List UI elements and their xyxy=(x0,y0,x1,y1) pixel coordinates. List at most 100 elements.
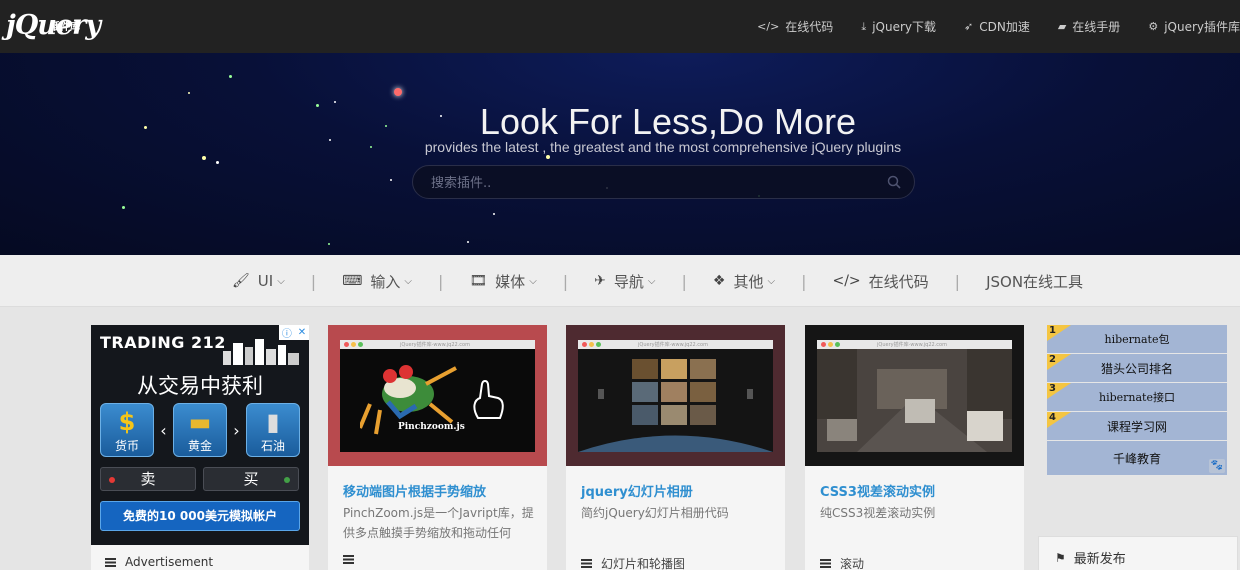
star xyxy=(493,213,495,215)
currency-tile[interactable]: $ 货币 xyxy=(100,403,154,457)
browser-url: jQuery插件库-www.jq22.com xyxy=(638,342,708,348)
hot-item-label: 课程学习网 xyxy=(1106,419,1167,434)
hand-gesture-icon xyxy=(473,380,504,419)
card-title[interactable]: jquery幻灯片相册 xyxy=(581,481,693,500)
hot-item-label: hibernate接口 xyxy=(1099,391,1175,404)
nav-cdn[interactable]: ➶ CDN加速 xyxy=(964,18,1030,35)
chevron-down-icon: ⌵ xyxy=(404,275,412,287)
category-navigation[interactable]: ✈ 导航 ⌵ xyxy=(594,271,655,292)
hot-item-label: 猎头公司排名 xyxy=(1100,361,1173,376)
gold-tile[interactable]: ▬ 黄金 xyxy=(173,403,227,457)
star xyxy=(467,241,469,243)
star xyxy=(394,88,402,96)
browser-bar: jQuery插件库-www.jq22.com xyxy=(817,340,1012,349)
category-ui[interactable]: 🖌 UI ⌵ xyxy=(232,272,285,290)
nav-label: jQuery下载 xyxy=(872,20,936,34)
card-tag[interactable] xyxy=(343,555,363,564)
category-media[interactable]: 🎞 媒体 ⌵ xyxy=(469,271,536,292)
dot-icon xyxy=(582,342,587,347)
dot-icon xyxy=(596,342,601,347)
card-title[interactable]: CSS3视差滚动实例 xyxy=(820,481,935,500)
nav-online-code[interactable]: </> 在线代码 xyxy=(757,18,833,35)
card-thumbnail[interactable]: jQuery插件库-www.jq22.com Pinchzoom.js xyxy=(328,325,547,466)
plugin-card[interactable]: jQuery插件库-www.jq22.com Pinchzoom.js 移动端图… xyxy=(328,325,547,570)
gallery-image xyxy=(578,349,773,452)
nav-label: CDN加速 xyxy=(979,20,1030,34)
keyboard-icon: ⌨ xyxy=(342,273,363,289)
skyline-icon xyxy=(223,339,299,365)
browser-bar: jQuery插件库-www.jq22.com xyxy=(340,340,535,349)
browser-mockup: jQuery插件库-www.jq22.com xyxy=(817,340,1012,452)
buy-button[interactable]: 买 xyxy=(203,467,299,491)
advertisement-banner[interactable]: ⓘ ✕ TRADING 212 从交易中获利 $ 货币 ‹ ▬ 黄金 › ▮ 石… xyxy=(91,325,309,545)
rank-badge: 3 xyxy=(1047,383,1071,399)
divider: | xyxy=(562,271,569,291)
star xyxy=(202,156,206,160)
search-input[interactable] xyxy=(431,173,871,193)
category-label: JSON在线工具 xyxy=(986,272,1084,291)
divider: | xyxy=(310,271,317,291)
card-thumbnail[interactable]: jQuery插件库-www.jq22.com xyxy=(805,325,1024,466)
site-logo[interactable]: jQuery 插件库 xyxy=(6,8,101,44)
star xyxy=(229,75,232,78)
brush-icon: 🖌 xyxy=(232,273,250,289)
ad-footer: Advertisement xyxy=(91,545,309,570)
red-dot-icon xyxy=(109,477,115,483)
star xyxy=(122,206,125,209)
category-other[interactable]: ❖ 其他 ⌵ xyxy=(713,271,775,292)
star xyxy=(216,161,219,164)
divider: | xyxy=(954,271,961,291)
category-label: 输入 xyxy=(370,272,401,291)
chevron-left-icon: ‹ xyxy=(160,420,167,440)
nav-manual[interactable]: ▰ 在线手册 xyxy=(1058,18,1120,35)
card-tag[interactable]: 滚动 xyxy=(820,555,864,570)
hot-item[interactable]: 2 猎头公司排名 xyxy=(1047,354,1227,383)
hot-item-label: 千峰教育 xyxy=(1112,451,1161,466)
chevron-down-icon: ⌵ xyxy=(647,275,656,287)
dot-icon xyxy=(358,342,363,347)
category-input[interactable]: ⌨ 输入 ⌵ xyxy=(342,271,412,292)
card-title[interactable]: 移动端图片根据手势缩放 xyxy=(343,481,486,500)
latest-header[interactable]: ⚑ 最新发布 xyxy=(1055,548,1126,568)
nav-label: 在线代码 xyxy=(785,20,834,34)
hot-item[interactable]: 4 课程学习网 xyxy=(1047,412,1227,441)
dollar-icon: $ xyxy=(118,408,136,436)
nav-jquery-download[interactable]: ⤓ jQuery下载 xyxy=(861,18,936,35)
nav-label: 在线手册 xyxy=(1072,20,1121,34)
demo-account-button[interactable]: 免费的10 000美元模拟帐户 xyxy=(100,501,300,531)
plugin-card[interactable]: jQuery插件库-www.jq22.com CSS3视差滚动实例 纯CSS3视… xyxy=(805,325,1024,570)
category-online-code[interactable]: </> 在线代码 xyxy=(832,271,928,292)
browser-bar: jQuery插件库-www.jq22.com xyxy=(578,340,773,349)
dropbox-icon: ❖ xyxy=(712,273,726,289)
ad-brand: TRADING 212 xyxy=(100,333,226,352)
ad-headline: 从交易中获利 xyxy=(137,374,263,398)
thumb-caption: Pinchzoom.js xyxy=(398,422,465,432)
hot-item[interactable]: 千峰教育 🐾 xyxy=(1047,441,1227,476)
category-json-tool[interactable]: JSON在线工具 xyxy=(986,271,1083,292)
star xyxy=(546,155,550,159)
search-icon[interactable] xyxy=(886,174,902,190)
latest-releases-panel: ⚑ 最新发布 xyxy=(1038,536,1238,570)
top-navbar: jQuery 插件库 </> 在线代码 ⤓ jQuery下载 ➶ CDN加速 ▰… xyxy=(0,0,1240,53)
paw-icon[interactable]: 🐾 xyxy=(1209,459,1225,473)
dot-icon xyxy=(835,342,840,347)
list-icon xyxy=(343,555,354,564)
rank-badge: 4 xyxy=(1047,412,1071,428)
oil-tile[interactable]: ▮ 石油 xyxy=(246,403,300,457)
sell-button[interactable]: 卖 xyxy=(100,467,196,491)
street-image xyxy=(817,349,1012,452)
hot-item[interactable]: 3 hibernate接口 xyxy=(1047,383,1227,412)
browser-url: jQuery插件库-www.jq22.com xyxy=(877,342,947,348)
nav-plugin-library[interactable]: ⚙ jQuery插件库 xyxy=(1148,18,1240,35)
chevron-down-icon: ⌵ xyxy=(277,275,285,287)
card-tag[interactable]: 幻灯片和轮播图 xyxy=(581,555,685,570)
card-thumbnail[interactable]: jQuery插件库-www.jq22.com xyxy=(566,325,785,466)
hot-item[interactable]: 1 hibernate包 xyxy=(1047,325,1227,354)
latest-label: 最新发布 xyxy=(1073,552,1126,567)
ad-footer-row: Advertisement xyxy=(105,555,213,569)
browser-mockup: jQuery插件库-www.jq22.com xyxy=(578,340,773,452)
list-icon xyxy=(105,557,116,567)
download-icon: ⤓ xyxy=(861,19,867,33)
plugin-card[interactable]: jQuery插件库-www.jq22.com jquery幻灯片相册 简约jQu… xyxy=(566,325,785,570)
card-description: PinchZoom.js是一个Javript库，提供多点触摸手势缩放和拖动任何 xyxy=(343,506,534,540)
